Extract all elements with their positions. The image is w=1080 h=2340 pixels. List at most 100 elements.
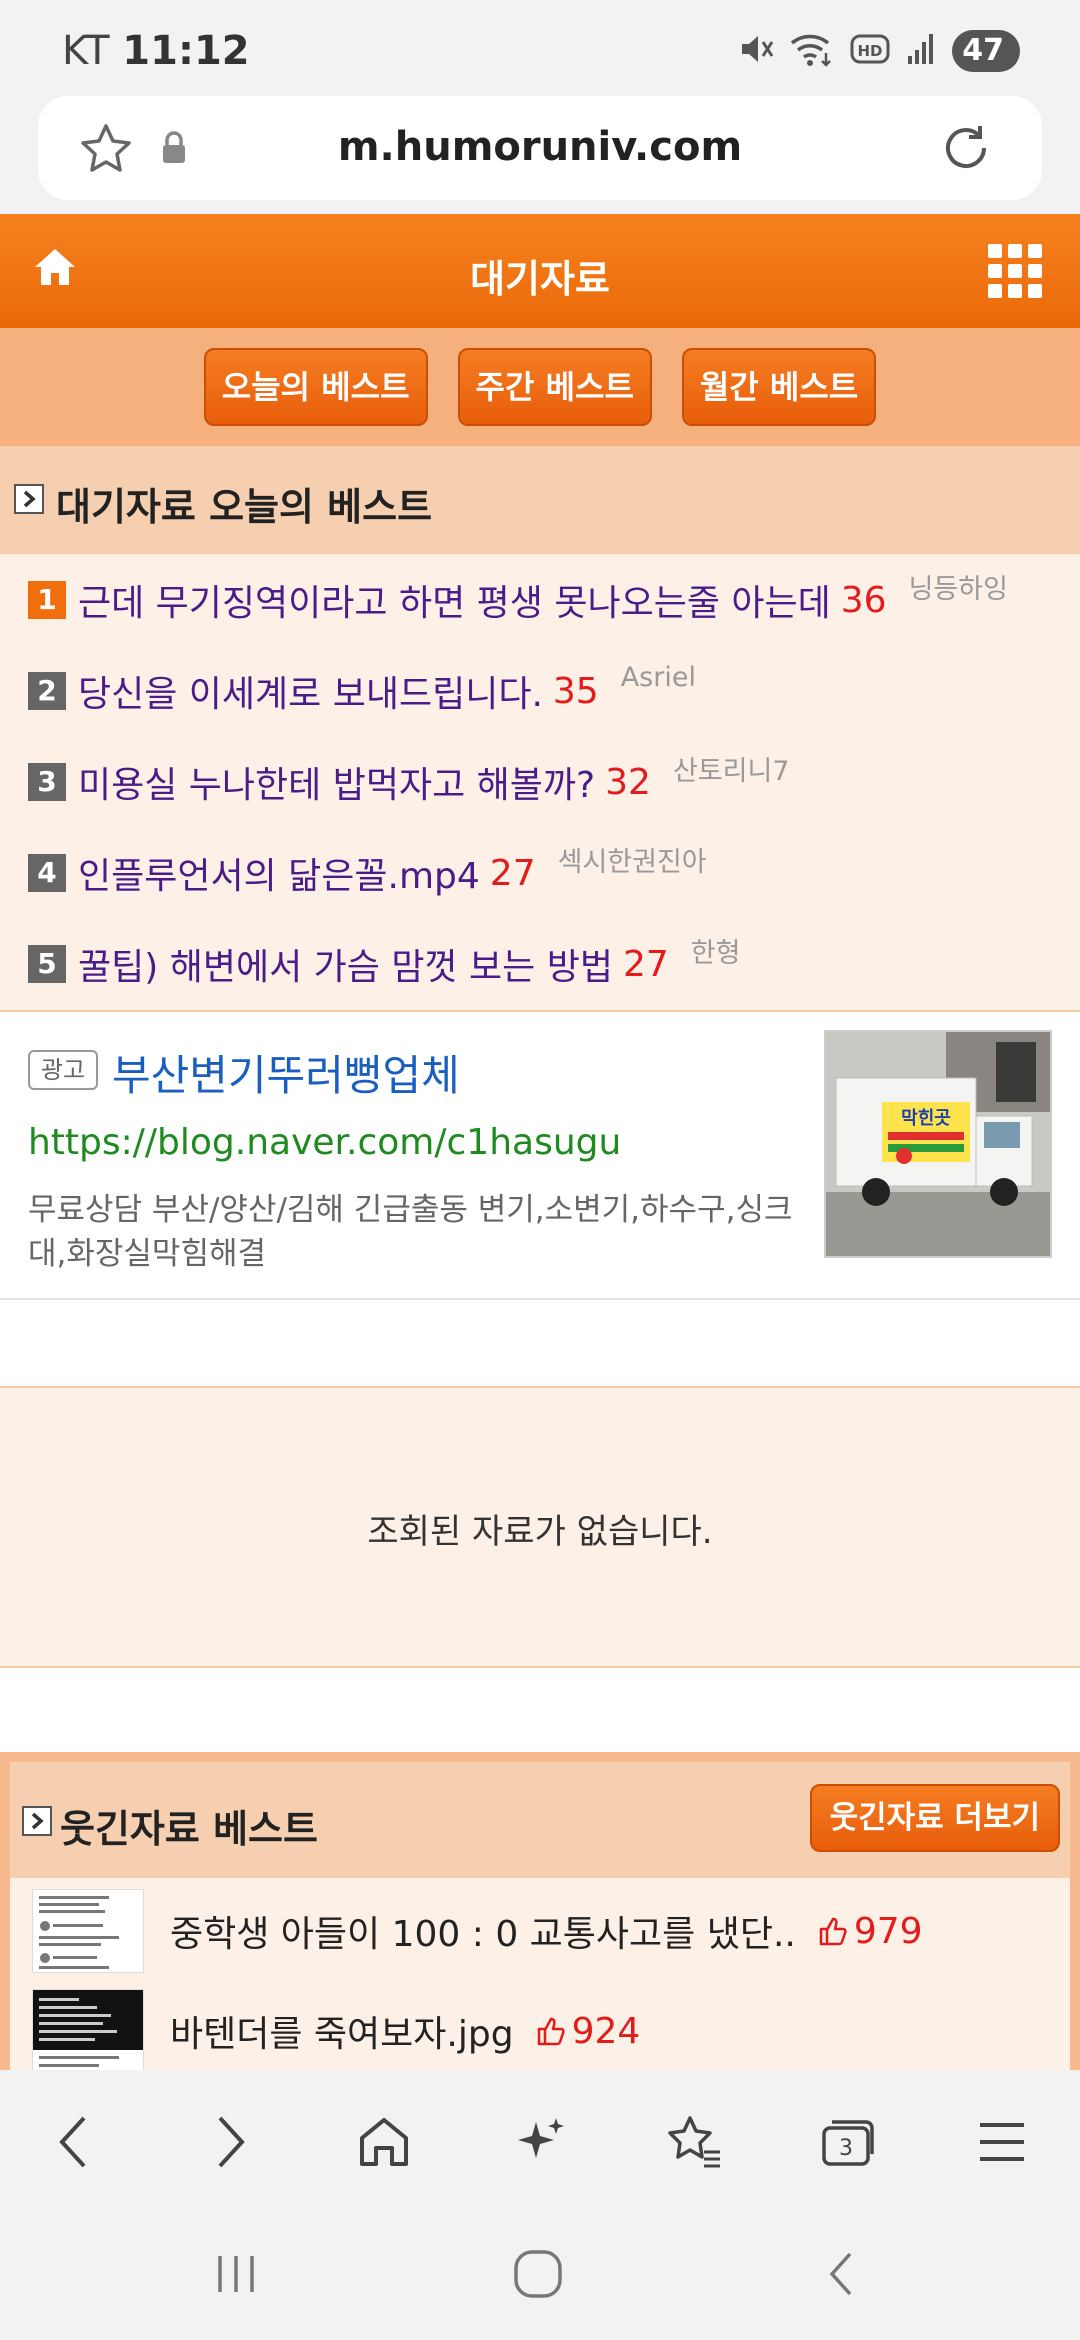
page-title: 대기자료 [470, 257, 610, 301]
sparkle-icon [518, 2118, 564, 2158]
tabs-icon: 3 [822, 2120, 874, 2166]
post-title[interactable]: 바텐더를 죽여보자.jpg [170, 2005, 514, 2057]
truck-sign-text: 막힌곳 [901, 1108, 951, 1129]
ai-assistant-button[interactable] [508, 2110, 572, 2174]
comment-count: 27 [622, 943, 669, 985]
author-name: Asriel [620, 661, 696, 693]
rank-badge: 4 [28, 854, 66, 892]
recent-apps-button[interactable] [206, 2244, 266, 2304]
ad-block[interactable]: 광고 부산변기뚜러뻥업체 https://blog.naver.com/c1ha… [0, 1012, 1080, 1300]
system-navigation-bar [0, 2206, 1080, 2340]
svg-text:HD: HD [858, 42, 883, 60]
ad-truck-image[interactable]: 막힌곳 [824, 1030, 1052, 1258]
reload-icon[interactable] [938, 120, 994, 180]
forward-button[interactable] [198, 2110, 262, 2174]
url-text[interactable]: m.humoruniv.com [38, 124, 1042, 170]
clock: 11:12 [122, 28, 250, 74]
post-title[interactable]: 중학생 아들이 100 : 0 교통사고를 냈단.. [170, 1905, 796, 1957]
comment-count: 36 [840, 579, 887, 621]
hd-icon: HD [850, 32, 890, 70]
ad-description: 무료상담 부산/양산/김해 긴급출동 변기,소변기,하수구,싱크대,화장실막힘해… [28, 1192, 793, 1272]
humor-best-panel: 웃긴자료 베스트 웃긴자료 더보기 중학생 아들이 100 : 0 교통사고를 … [10, 1762, 1070, 2070]
browser-toolbar: 3 [0, 2070, 1080, 2206]
list-item[interactable]: 중학생 아들이 100 : 0 교통사고를 냈단.. 979 [32, 1886, 923, 1976]
section-title: 웃긴자료 베스트 [60, 1807, 318, 1851]
author-name: 산토리니7 [672, 755, 790, 787]
like-count: 924 [536, 2010, 641, 2052]
home-button[interactable] [352, 2110, 416, 2174]
rank-badge: 3 [28, 763, 66, 801]
thumbs-up-icon [537, 2017, 565, 2046]
post-title[interactable]: 꿀팁) 해변에서 가슴 맘껏 보는 방법 [78, 938, 613, 990]
empty-message: 조회된 자료가 없습니다. [367, 1512, 713, 1552]
best-list: 1 근데 무기징역이라고 하면 평생 못나오는줄 아는데 36 닝등하잉 2 당… [0, 554, 1080, 1012]
back-arrow-icon [829, 2252, 852, 2296]
post-title[interactable]: 미용실 누나한테 밥먹자고 해볼까? [78, 756, 595, 808]
tab-today-best[interactable]: 오늘의 베스트 [203, 348, 428, 426]
back-button[interactable] [42, 2110, 106, 2174]
comment-count: 27 [489, 852, 536, 894]
bookmarks-button[interactable] [662, 2110, 726, 2174]
list-item[interactable]: 바텐더를 죽여보자.jpg 924 [32, 1986, 640, 2070]
menu-button[interactable] [970, 2110, 1034, 2174]
ad-url[interactable]: https://blog.naver.com/c1hasugu [28, 1122, 621, 1163]
list-item[interactable]: 3 미용실 누나한테 밥먹자고 해볼까? 32 산토리니7 [28, 752, 789, 812]
humor-best-header: 웃긴자료 베스트 웃긴자료 더보기 [10, 1762, 1070, 1878]
signal-icon [906, 32, 936, 70]
post-title[interactable]: 근데 무기징역이라고 하면 평생 못나오는줄 아는데 [78, 574, 831, 626]
more-button[interactable]: 웃긴자료 더보기 [809, 1784, 1060, 1852]
status-icons: HD 47 [738, 28, 1020, 74]
address-bar[interactable]: m.humoruniv.com [38, 96, 1042, 200]
comment-count: 32 [605, 761, 651, 803]
chevron-right-icon [218, 2116, 245, 2168]
like-count-value: 924 [571, 2010, 641, 2052]
list-item[interactable]: 4 인플루언서의 닮은꼴.mp4 27 섹시한권진아 [28, 843, 707, 903]
rank-badge: 2 [28, 672, 66, 710]
like-count-value: 979 [853, 1910, 923, 1952]
empty-result-box: 조회된 자료가 없습니다. [0, 1386, 1080, 1668]
wifi-icon [790, 31, 834, 71]
site-header: 대기자료 [0, 214, 1080, 328]
author-name: 닝등하잉 [908, 573, 1008, 605]
author-name: 한형 [690, 937, 741, 969]
list-item[interactable]: 1 근데 무기징역이라고 하면 평생 못나오는줄 아는데 36 닝등하잉 [28, 570, 1008, 630]
chevron-right-icon [22, 1806, 52, 1836]
humor-best-section: 웃긴자료 베스트 웃긴자료 더보기 중학생 아들이 100 : 0 교통사고를 … [0, 1752, 1080, 2070]
tab-monthly-best[interactable]: 월간 베스트 [681, 348, 877, 426]
menu-grid-icon[interactable] [986, 242, 1044, 304]
carrier-label: KT [62, 28, 110, 74]
rank-badge: 5 [28, 945, 66, 983]
best-tabs: 오늘의 베스트 주간 베스트 월간 베스트 [0, 328, 1080, 446]
system-home-button[interactable] [508, 2244, 568, 2304]
section-title: 대기자료 오늘의 베스트 [56, 485, 433, 529]
ad-badge: 광고 [28, 1050, 98, 1090]
recent-apps-icon [218, 2256, 254, 2292]
battery-indicator: 47 [952, 30, 1020, 72]
system-back-button[interactable] [812, 2244, 872, 2304]
carrier-time: KT 11:12 [62, 28, 250, 74]
list-item[interactable]: 2 당신을 이세계로 보내드립니다. 35 Asriel [28, 661, 696, 721]
chevron-right-icon [14, 484, 44, 514]
post-title[interactable]: 당신을 이세계로 보내드립니다. [78, 665, 543, 717]
post-thumbnail[interactable] [32, 1889, 144, 1973]
hamburger-menu-icon [980, 2123, 1024, 2161]
post-title[interactable]: 인플루언서의 닮은꼴.mp4 [78, 847, 480, 899]
comment-count: 35 [552, 670, 599, 712]
mute-icon [738, 31, 774, 71]
author-name: 섹시한권진아 [557, 846, 707, 878]
home-outline-icon [360, 2118, 408, 2166]
ad-title[interactable]: 부산변기뚜러뻥업체 [112, 1042, 460, 1103]
status-bar: KT 11:12 HD 47 [0, 0, 1080, 96]
chevron-left-icon [59, 2116, 86, 2168]
post-thumbnail[interactable] [32, 1989, 144, 2070]
thumbs-up-icon [819, 1917, 847, 1946]
home-circle-icon [514, 2250, 562, 2298]
rank-badge: 1 [28, 581, 66, 619]
tab-weekly-best[interactable]: 주간 베스트 [457, 348, 652, 426]
tabs-button[interactable]: 3 [816, 2110, 880, 2174]
list-item[interactable]: 5 꿀팁) 해변에서 가슴 맘껏 보는 방법 27 한형 [28, 934, 740, 994]
like-count: 979 [818, 1911, 923, 1952]
star-list-icon [668, 2116, 720, 2168]
best-section-header: 대기자료 오늘의 베스트 [0, 446, 1080, 554]
tab-count: 3 [839, 2136, 853, 2161]
